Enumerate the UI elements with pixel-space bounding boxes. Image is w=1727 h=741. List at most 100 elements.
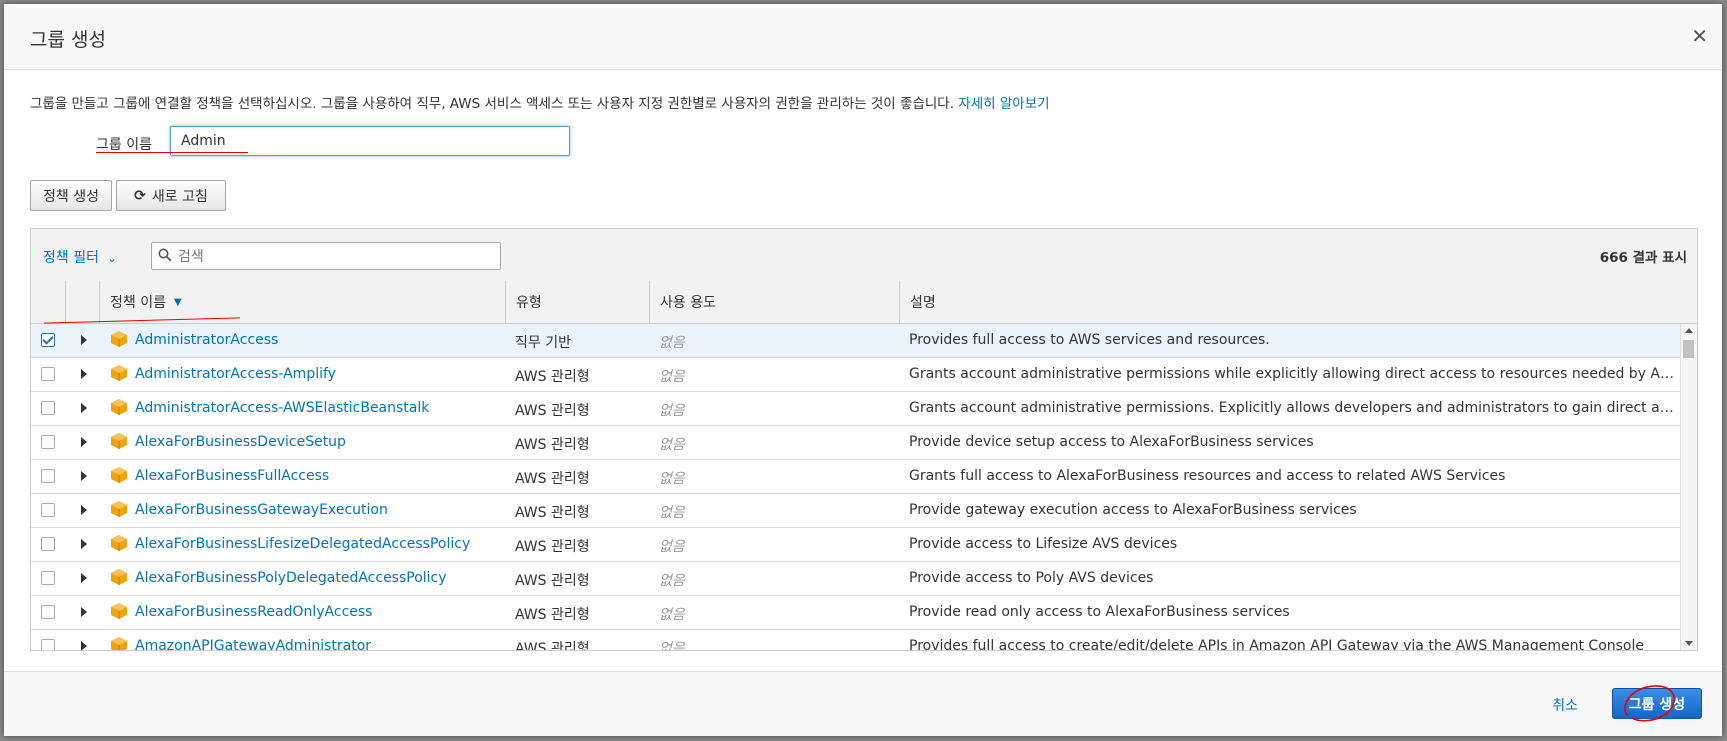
policy-description: Provide read only access to AlexaForBusi… <box>909 604 1290 620</box>
refresh-button[interactable]: ⟳ 새로 고침 <box>116 180 226 211</box>
chevron-down-icon: ⌄ <box>107 252 117 265</box>
row-checkbox[interactable] <box>41 333 55 347</box>
close-icon[interactable]: ✕ <box>1691 26 1708 46</box>
policy-description: Grants account administrative permission… <box>909 400 1677 416</box>
policy-usage: 없음 <box>659 437 685 453</box>
table-row[interactable]: AdministratorAccess-AWSElasticBeanstalk … <box>31 392 1681 426</box>
row-checkbox[interactable] <box>41 537 55 551</box>
policy-name-link[interactable]: AdministratorAccess-AWSElasticBeanstalk <box>135 400 429 416</box>
row-checkbox[interactable] <box>41 367 55 381</box>
policy-description: Provide access to Lifesize AVS devices <box>909 536 1178 552</box>
policy-description: Provides full access to AWS services and… <box>909 332 1270 348</box>
policy-description: Grants full access to AlexaForBusiness r… <box>909 468 1506 484</box>
column-usage[interactable]: 사용 용도 <box>649 281 899 323</box>
policy-name-link[interactable]: AdministratorAccess-Amplify <box>135 366 336 382</box>
table-row[interactable]: AdministratorAccess 직무 기반 없음 Provides fu… <box>31 324 1681 358</box>
create-group-dialog: 그룹 생성 ✕ 그룹을 만들고 그룹에 연결할 정책을 선택하십시오. 그룹을 … <box>4 4 1722 736</box>
learn-more-link[interactable]: 자세히 알아보기 <box>958 96 1049 112</box>
filter-bar: 정책 필터 ⌄ 666 결과 표시 <box>31 229 1697 282</box>
policy-name-link[interactable]: AlexaForBusinessGatewayExecution <box>135 502 388 518</box>
expand-triangle-icon[interactable] <box>81 437 87 447</box>
expand-triangle-icon[interactable] <box>81 335 87 345</box>
expand-triangle-icon[interactable] <box>81 607 87 617</box>
cancel-link[interactable]: 취소 <box>1552 695 1578 715</box>
expand-triangle-icon[interactable] <box>81 539 87 549</box>
policy-description: Provide gateway execution access to Alex… <box>909 502 1357 518</box>
policy-name-link[interactable]: AlexaForBusinessPolyDelegatedAccessPolic… <box>135 570 447 586</box>
policy-cube-icon <box>111 433 127 449</box>
policy-table: 정책 필터 ⌄ 666 결과 표시 정책 이름 ▼ 유형 <box>30 228 1698 651</box>
group-name-label: 그룹 이름 <box>96 137 152 153</box>
expand-triangle-icon[interactable] <box>81 369 87 379</box>
policy-filter-dropdown[interactable]: 정책 필터 ⌄ <box>43 247 117 267</box>
scroll-up-icon[interactable] <box>1685 328 1693 333</box>
expand-triangle-icon[interactable] <box>81 505 87 515</box>
table-body: AdministratorAccess 직무 기반 없음 Provides fu… <box>31 324 1681 650</box>
table-row[interactable]: AlexaForBusinessFullAccess AWS 관리형 없음 Gr… <box>31 460 1681 494</box>
column-policy-name[interactable]: 정책 이름 ▼ <box>99 281 505 323</box>
search-box[interactable] <box>151 242 501 270</box>
table-row[interactable]: AlexaForBusinessReadOnlyAccess AWS 관리형 없… <box>31 596 1681 630</box>
column-description[interactable]: 설명 <box>899 281 1697 323</box>
scroll-thumb[interactable] <box>1683 340 1694 358</box>
policy-type: AWS 관리형 <box>515 369 590 385</box>
refresh-icon: ⟳ <box>134 187 146 204</box>
policy-name-link[interactable]: AdministratorAccess <box>135 332 278 348</box>
scroll-down-icon[interactable] <box>1685 641 1693 646</box>
row-checkbox[interactable] <box>41 435 55 449</box>
row-checkbox[interactable] <box>41 639 55 650</box>
policy-filter-label: 정책 필터 <box>43 250 99 266</box>
policy-cube-icon <box>111 365 127 381</box>
policy-usage: 없음 <box>659 403 685 419</box>
policy-usage: 없음 <box>659 539 685 555</box>
expand-triangle-icon[interactable] <box>81 573 87 583</box>
annotation-underline-group <box>96 152 248 153</box>
table-row[interactable]: AmazonAPIGatewayAdministrator AWS 관리형 없음… <box>31 630 1681 650</box>
policy-cube-icon <box>111 569 127 585</box>
table-scrollbar[interactable] <box>1680 324 1697 650</box>
table-row[interactable]: AlexaForBusinessGatewayExecution AWS 관리형… <box>31 494 1681 528</box>
table-row[interactable]: AlexaForBusinessDeviceSetup AWS 관리형 없음 P… <box>31 426 1681 460</box>
column-type[interactable]: 유형 <box>505 281 649 323</box>
dialog-footer: 취소 그룹 생성 <box>4 671 1722 736</box>
sort-desc-icon: ▼ <box>173 296 182 308</box>
row-checkbox[interactable] <box>41 401 55 415</box>
expand-triangle-icon[interactable] <box>81 641 87 650</box>
column-description-label: 설명 <box>910 295 936 311</box>
row-checkbox[interactable] <box>41 503 55 517</box>
row-checkbox[interactable] <box>41 571 55 585</box>
header-expand-cell <box>65 281 99 323</box>
dialog-header: 그룹 생성 ✕ <box>4 4 1722 70</box>
policy-cube-icon <box>111 331 127 347</box>
policy-cube-icon <box>111 603 127 619</box>
create-policy-button[interactable]: 정책 생성 <box>30 180 112 211</box>
result-count: 666 결과 표시 <box>1599 250 1687 266</box>
row-checkbox[interactable] <box>41 469 55 483</box>
policy-name-link[interactable]: AlexaForBusinessFullAccess <box>135 468 329 484</box>
policy-description: Grants account administrative permission… <box>909 366 1677 382</box>
policy-usage: 없음 <box>659 335 685 351</box>
search-input[interactable] <box>176 246 480 268</box>
column-usage-label: 사용 용도 <box>660 295 716 311</box>
policy-name-link[interactable]: AlexaForBusinessLifesizeDelegatedAccessP… <box>135 536 470 552</box>
expand-triangle-icon[interactable] <box>81 471 87 481</box>
expand-triangle-icon[interactable] <box>81 403 87 413</box>
table-row[interactable]: AlexaForBusinessLifesizeDelegatedAccessP… <box>31 528 1681 562</box>
policy-usage: 없음 <box>659 505 685 521</box>
policy-cube-icon <box>111 501 127 517</box>
intro-description: 그룹을 만들고 그룹에 연결할 정책을 선택하십시오. 그룹을 사용하여 직무,… <box>30 96 954 112</box>
intro-text: 그룹을 만들고 그룹에 연결할 정책을 선택하십시오. 그룹을 사용하여 직무,… <box>30 92 1050 112</box>
policy-type: AWS 관리형 <box>515 573 590 589</box>
policy-description: Provide device setup access to AlexaForB… <box>909 434 1314 450</box>
policy-type: 직무 기반 <box>515 335 571 351</box>
policy-cube-icon <box>111 535 127 551</box>
policy-usage: 없음 <box>659 641 685 650</box>
policy-name-link[interactable]: AlexaForBusinessDeviceSetup <box>135 434 346 450</box>
table-row[interactable]: AlexaForBusinessPolyDelegatedAccessPolic… <box>31 562 1681 596</box>
table-row[interactable]: AdministratorAccess-Amplify AWS 관리형 없음 G… <box>31 358 1681 392</box>
policy-type: AWS 관리형 <box>515 437 590 453</box>
policy-type: AWS 관리형 <box>515 641 590 650</box>
row-checkbox[interactable] <box>41 605 55 619</box>
policy-name-link[interactable]: AlexaForBusinessReadOnlyAccess <box>135 604 372 620</box>
policy-name-link[interactable]: AmazonAPIGatewayAdministrator <box>135 638 371 650</box>
